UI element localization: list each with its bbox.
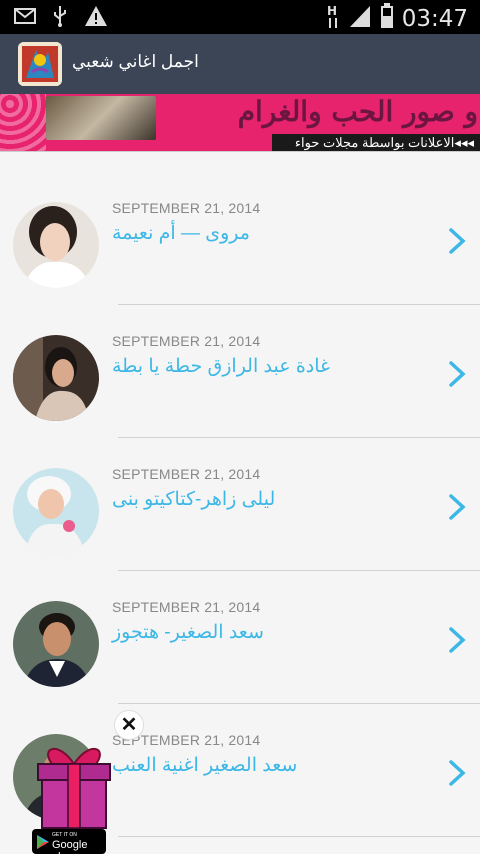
app-logo-icon[interactable] [18,42,62,86]
usb-icon [52,5,68,32]
avatar [13,335,99,421]
list-item[interactable]: SEPTEMBER 21, 2014 سعد الصغير- هتجوز [0,571,480,704]
battery-icon [380,3,394,34]
google-play-icon [37,834,49,849]
item-date: SEPTEMBER 21, 2014 [112,200,261,216]
badge-big-text: Google play [52,839,88,854]
avatar [13,601,99,687]
item-title: مروى — أم نعيمة [112,223,250,244]
item-date: SEPTEMBER 21, 2014 [112,599,261,615]
gift-box-icon[interactable] [34,734,114,830]
app-title: اجمل اغاني شعبي [72,52,199,71]
chevron-right-icon [446,759,468,787]
item-date: SEPTEMBER 21, 2014 [112,333,261,349]
action-bar: اجمل اغاني شعبي [0,34,480,94]
svg-text:H: H [327,4,337,18]
avatar [13,468,99,554]
banner-ad[interactable]: و صور الحب والغرام ◂◂◂الاعلانات بواسطة م… [0,94,480,152]
chevron-right-icon [446,493,468,521]
avatar [13,202,99,288]
banner-pattern [0,94,46,151]
divider [118,836,480,837]
close-ad-button[interactable]: ✕ [114,710,144,740]
signal-bars-icon [348,4,372,33]
chevron-right-icon [446,227,468,255]
list-item[interactable]: SEPTEMBER 21, 2014 غادة عبد الرازق حطة ي… [0,305,480,438]
status-bar: H 03:47 [0,0,480,34]
item-title: سعد الصغير- هتجوز [112,622,264,643]
banner-photo [46,96,156,140]
item-date: SEPTEMBER 21, 2014 [112,466,261,482]
chevron-right-icon [446,360,468,388]
status-time: 03:47 [401,5,468,32]
mail-icon [14,8,36,29]
chevron-right-icon [446,626,468,654]
signal-h-icon: H [326,2,340,35]
banner-strip: ◂◂◂الاعلانات بواسطة مجلات حواء [272,134,480,151]
item-title: ليلى زاهر-كتاكيتو بنى [112,489,276,510]
banner-headline: و صور الحب والغرام [237,95,478,128]
item-title: غادة عبد الرازق حطة يا بطة [112,356,330,377]
warning-icon [84,5,108,32]
badge-small-text: GET IT ON [52,832,77,838]
google-play-badge[interactable]: GET IT ON Google play [32,829,106,854]
list-item[interactable]: SEPTEMBER 21, 2014 مروى — أم نعيمة [0,172,480,305]
list-item[interactable]: SEPTEMBER 21, 2014 ليلى زاهر-كتاكيتو بنى [0,438,480,571]
floating-gift-ad[interactable]: ✕ GET IT ON Google play [30,708,150,854]
